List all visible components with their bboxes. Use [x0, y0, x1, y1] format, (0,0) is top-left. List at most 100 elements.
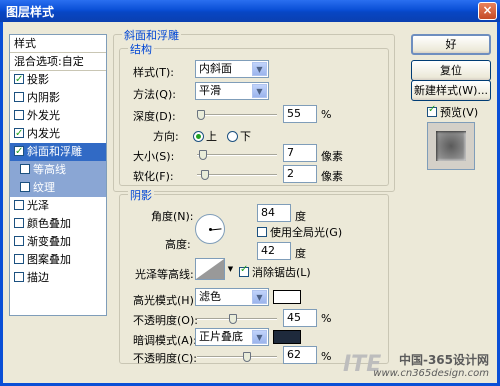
checkbox-icon[interactable]	[20, 164, 30, 174]
checkbox-checked-icon[interactable]	[14, 143, 24, 161]
highlight-opacity-slider[interactable]	[197, 314, 277, 324]
style-list-header[interactable]: 样式	[10, 35, 106, 53]
highlight-opacity-track	[197, 318, 277, 320]
direction-down-radio[interactable]: 下	[227, 128, 251, 144]
depth-input[interactable]: 55	[283, 105, 317, 123]
checkbox-icon[interactable]	[14, 254, 24, 264]
shadow-opacity-slider[interactable]	[197, 352, 277, 362]
window-title: 图层样式	[6, 5, 55, 19]
chevron-down-icon: ▼	[252, 62, 267, 76]
style-item[interactable]: 斜面和浮雕	[10, 143, 106, 161]
style-item-label: 内阴影	[27, 91, 60, 104]
size-slider-thumb[interactable]	[198, 150, 207, 160]
direction-up-radio[interactable]: 上	[193, 128, 217, 144]
ok-button[interactable]: 好	[411, 34, 491, 55]
depth-slider[interactable]	[197, 110, 277, 120]
style-item[interactable]: 纹理	[10, 179, 106, 197]
style-item[interactable]: 描边	[10, 269, 106, 287]
blend-options-item[interactable]: 混合选项:自定	[10, 53, 106, 71]
highlight-mode-select[interactable]: 滤色 ▼	[195, 288, 269, 306]
global-light-label: 使用全局光(G)	[270, 226, 343, 239]
checkbox-icon[interactable]	[14, 218, 24, 228]
contour-shape	[196, 259, 224, 279]
gloss-contour-picker[interactable]	[195, 258, 225, 280]
radio-off-icon	[227, 131, 238, 142]
highlight-opacity-unit: %	[321, 312, 332, 325]
preview-label: 预览(V)	[440, 106, 479, 119]
preview-checkbox[interactable]: 预览(V)	[427, 104, 478, 120]
checkbox-icon[interactable]	[14, 236, 24, 246]
depth-unit: %	[321, 108, 332, 121]
close-button[interactable]: ×	[478, 2, 497, 20]
style-item[interactable]: 图案叠加	[10, 251, 106, 269]
checkbox-checked-icon[interactable]	[14, 71, 24, 89]
style-item[interactable]: 等高线	[10, 161, 106, 179]
style-item[interactable]: 内发光	[10, 125, 106, 143]
soften-label: 软化(F):	[133, 170, 174, 183]
checkbox-icon	[257, 227, 267, 237]
angle-dial[interactable]	[195, 214, 225, 244]
shadow-mode-label: 暗调模式(A):	[133, 334, 197, 347]
shadow-opacity-input[interactable]: 62	[283, 346, 317, 364]
style-select[interactable]: 内斜面 ▼	[195, 60, 269, 78]
checkbox-icon[interactable]	[14, 272, 24, 282]
depth-slider-thumb[interactable]	[197, 110, 205, 120]
style-item[interactable]: 渐变叠加	[10, 233, 106, 251]
chevron-down-icon: ▼	[252, 84, 267, 98]
checkbox-icon[interactable]	[14, 200, 24, 210]
method-select[interactable]: 平滑 ▼	[195, 82, 269, 100]
chevron-down-icon[interactable]: ▼	[226, 258, 235, 280]
style-label: 样式(T):	[133, 66, 175, 79]
highlight-opacity-input[interactable]: 45	[283, 309, 317, 327]
soften-unit: 像素	[321, 170, 343, 183]
style-item-label: 内发光	[27, 127, 60, 140]
style-preview	[427, 122, 475, 170]
style-item[interactable]: 外发光	[10, 107, 106, 125]
style-item-label: 等高线	[33, 163, 66, 176]
soften-slider-track	[197, 174, 277, 176]
size-input[interactable]: 7	[283, 144, 317, 162]
shadow-color-swatch[interactable]	[273, 330, 301, 344]
size-unit: 像素	[321, 150, 343, 163]
soften-slider-thumb[interactable]	[201, 170, 209, 180]
method-value: 平滑	[199, 84, 221, 97]
direction-label: 方向:	[153, 130, 179, 143]
angle-input[interactable]: 84	[257, 204, 291, 222]
antialias-checkbox[interactable]: 消除锯齿(L)	[239, 264, 311, 280]
shadow-mode-select[interactable]: 正片叠底 ▼	[195, 328, 269, 346]
global-light-checkbox[interactable]: 使用全局光(G)	[257, 224, 342, 240]
style-list: 样式 混合选项:自定 投影内阴影外发光内发光斜面和浮雕等高线纹理光泽颜色叠加渐变…	[9, 34, 107, 316]
altitude-input[interactable]: 42	[257, 242, 291, 260]
style-item-label: 投影	[27, 73, 49, 86]
style-item[interactable]: 光泽	[10, 197, 106, 215]
shading-title: 阴影	[128, 187, 154, 203]
style-item[interactable]: 颜色叠加	[10, 215, 106, 233]
direction-up-label: 上	[206, 130, 217, 143]
checkbox-icon[interactable]	[14, 110, 24, 120]
depth-slider-track	[197, 114, 277, 116]
antialias-label: 消除锯齿(L)	[252, 266, 311, 279]
checkbox-icon[interactable]	[20, 182, 30, 192]
size-slider-track	[197, 154, 277, 156]
style-item[interactable]: 投影	[10, 71, 106, 89]
style-item-label: 描边	[27, 271, 49, 284]
shadow-opacity-thumb[interactable]	[242, 352, 251, 362]
soften-slider[interactable]	[197, 170, 277, 180]
reset-button[interactable]: 复位	[411, 60, 491, 81]
altitude-unit: 度	[295, 247, 306, 260]
size-slider[interactable]	[197, 150, 277, 160]
style-item[interactable]: 内阴影	[10, 89, 106, 107]
style-item-label: 渐变叠加	[27, 235, 71, 248]
highlight-opacity-label: 不透明度(O):	[133, 314, 198, 327]
highlight-opacity-thumb[interactable]	[229, 314, 237, 324]
angle-center	[209, 228, 212, 231]
structure-title: 结构	[128, 41, 154, 57]
watermark: 中国-365设计网 www.cn365design.com	[373, 351, 489, 379]
checkbox-icon[interactable]	[14, 92, 24, 102]
new-style-button[interactable]: 新建样式(W)...	[411, 80, 491, 101]
highlight-color-swatch[interactable]	[273, 290, 301, 304]
checkbox-checked-icon[interactable]	[14, 125, 24, 143]
soften-input[interactable]: 2	[283, 165, 317, 183]
angle-label: 角度(N):	[151, 210, 194, 223]
depth-label: 深度(D):	[133, 110, 176, 123]
